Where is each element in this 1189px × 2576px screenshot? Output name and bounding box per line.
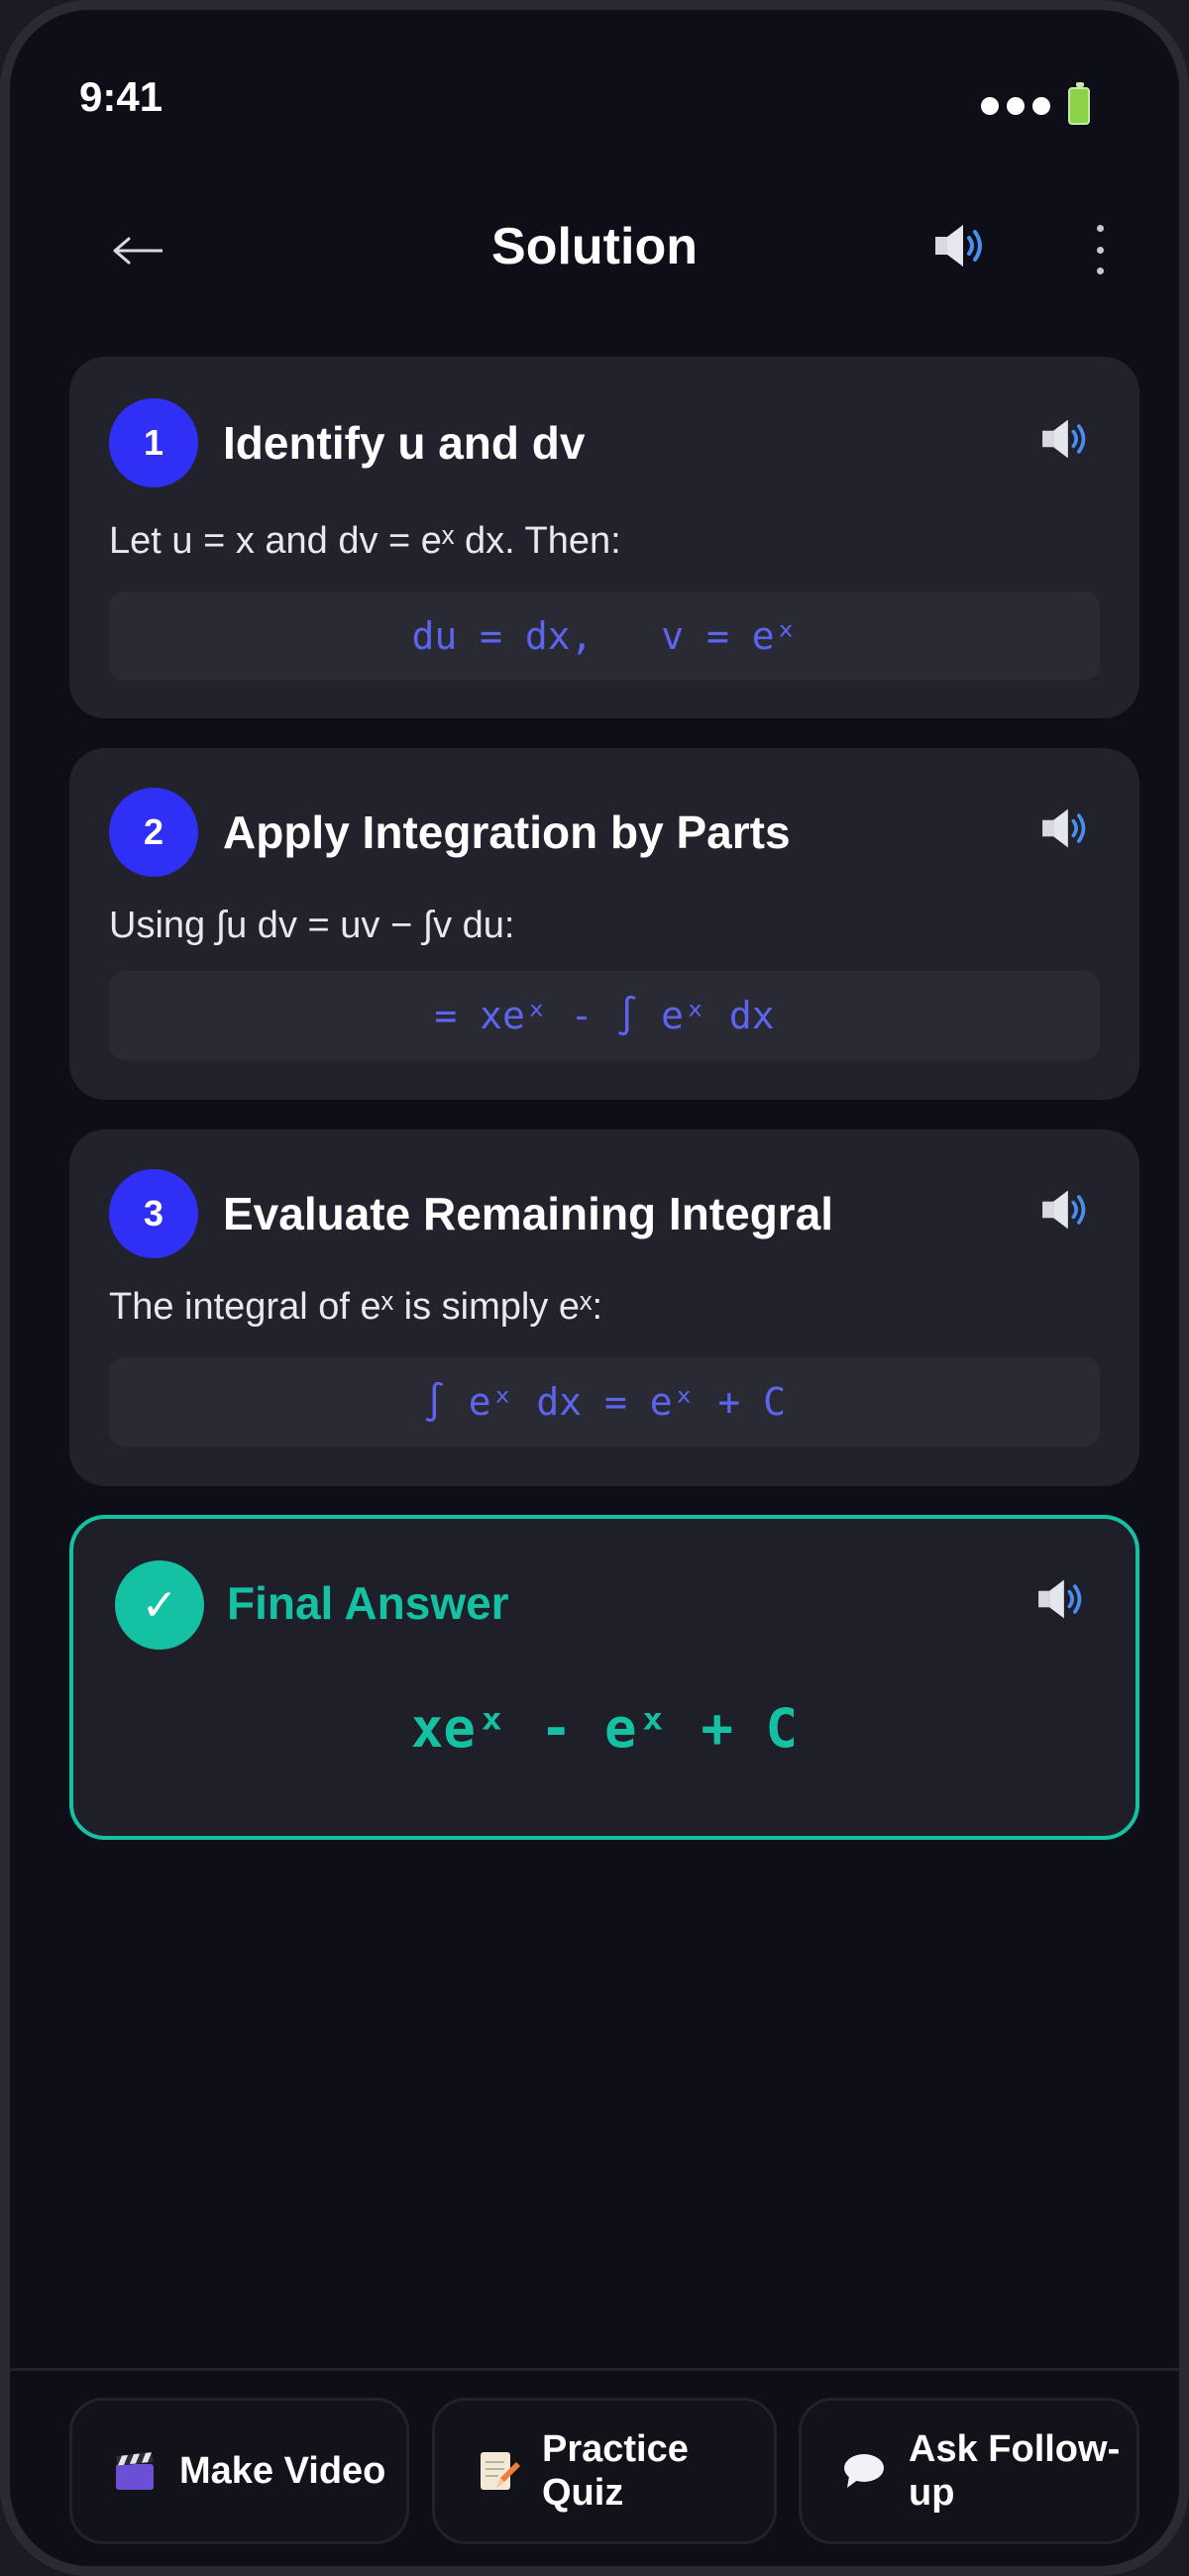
step-title: Identify u and dv (223, 417, 586, 469)
phone-frame: 9:41 Solution 1 Identify u and dv Let u … (0, 0, 1189, 2576)
step-formula: = xeˣ - ∫ eˣ dx (109, 971, 1100, 1060)
step-card-2: 2 Apply Integration by Parts Using ∫u dv… (69, 748, 1139, 1100)
battery-icon (1068, 82, 1090, 125)
memo-icon (475, 2448, 520, 2494)
speaker-icon (1042, 1190, 1086, 1230)
final-answer-title: Final Answer (227, 1577, 509, 1629)
step-text: The integral of eˣ is simply eˣ: (109, 1286, 603, 1328)
step-read-aloud-button[interactable] (1038, 416, 1094, 467)
step-read-aloud-button[interactable] (1038, 1187, 1094, 1237)
make-video-button[interactable]: Make Video (69, 2398, 409, 2544)
step-number-badge: 3 (109, 1169, 198, 1258)
final-answer-card: ✓ Final Answer xeˣ - eˣ + C (69, 1515, 1139, 1840)
step-card-3: 3 Evaluate Remaining Integral The integr… (69, 1129, 1139, 1486)
status-indicators (981, 82, 1090, 125)
button-label: Practice Quiz (542, 2428, 689, 2514)
speaker-icon (1042, 808, 1086, 848)
more-menu-button[interactable] (1090, 225, 1110, 274)
button-label: Make Video (179, 2450, 386, 2492)
final-answer-formula: xeˣ - eˣ + C (410, 1697, 799, 1760)
step-formula: ∫ eˣ dx = eˣ + C (109, 1357, 1100, 1447)
step-card-1: 1 Identify u and dv Let u = x and dv = e… (69, 357, 1139, 718)
step-formula: du = dx, v = eˣ (109, 591, 1100, 681)
step-number-badge: 1 (109, 398, 198, 487)
top-bar: Solution (10, 203, 1179, 298)
bottom-divider (10, 2368, 1179, 2371)
signal-dots-icon (981, 97, 1050, 115)
practice-quiz-button[interactable]: Practice Quiz (432, 2398, 777, 2544)
clapperboard-icon (112, 2448, 158, 2494)
step-text: Using ∫u dv = uv − ∫v du: (109, 905, 515, 946)
step-text: Let u = x and dv = eˣ dx. Then: (109, 520, 621, 562)
speaker-icon (1042, 419, 1086, 459)
ask-follow-up-button[interactable]: Ask Follow- up (799, 2398, 1139, 2544)
step-title: Evaluate Remaining Integral (223, 1188, 834, 1239)
status-time: 9:41 (79, 73, 163, 120)
step-title: Apply Integration by Parts (223, 806, 791, 858)
page-title: Solution (491, 218, 698, 275)
step-read-aloud-button[interactable] (1038, 805, 1094, 856)
check-icon: ✓ (115, 1560, 204, 1650)
speaker-icon (1038, 1579, 1082, 1619)
speaker-icon (935, 225, 982, 267)
read-aloud-button[interactable] (931, 221, 991, 275)
button-label: Ask Follow- up (909, 2428, 1121, 2514)
final-read-aloud-button[interactable] (1034, 1576, 1090, 1627)
speech-bubble-icon (841, 2448, 887, 2494)
step-number-badge: 2 (109, 788, 198, 877)
